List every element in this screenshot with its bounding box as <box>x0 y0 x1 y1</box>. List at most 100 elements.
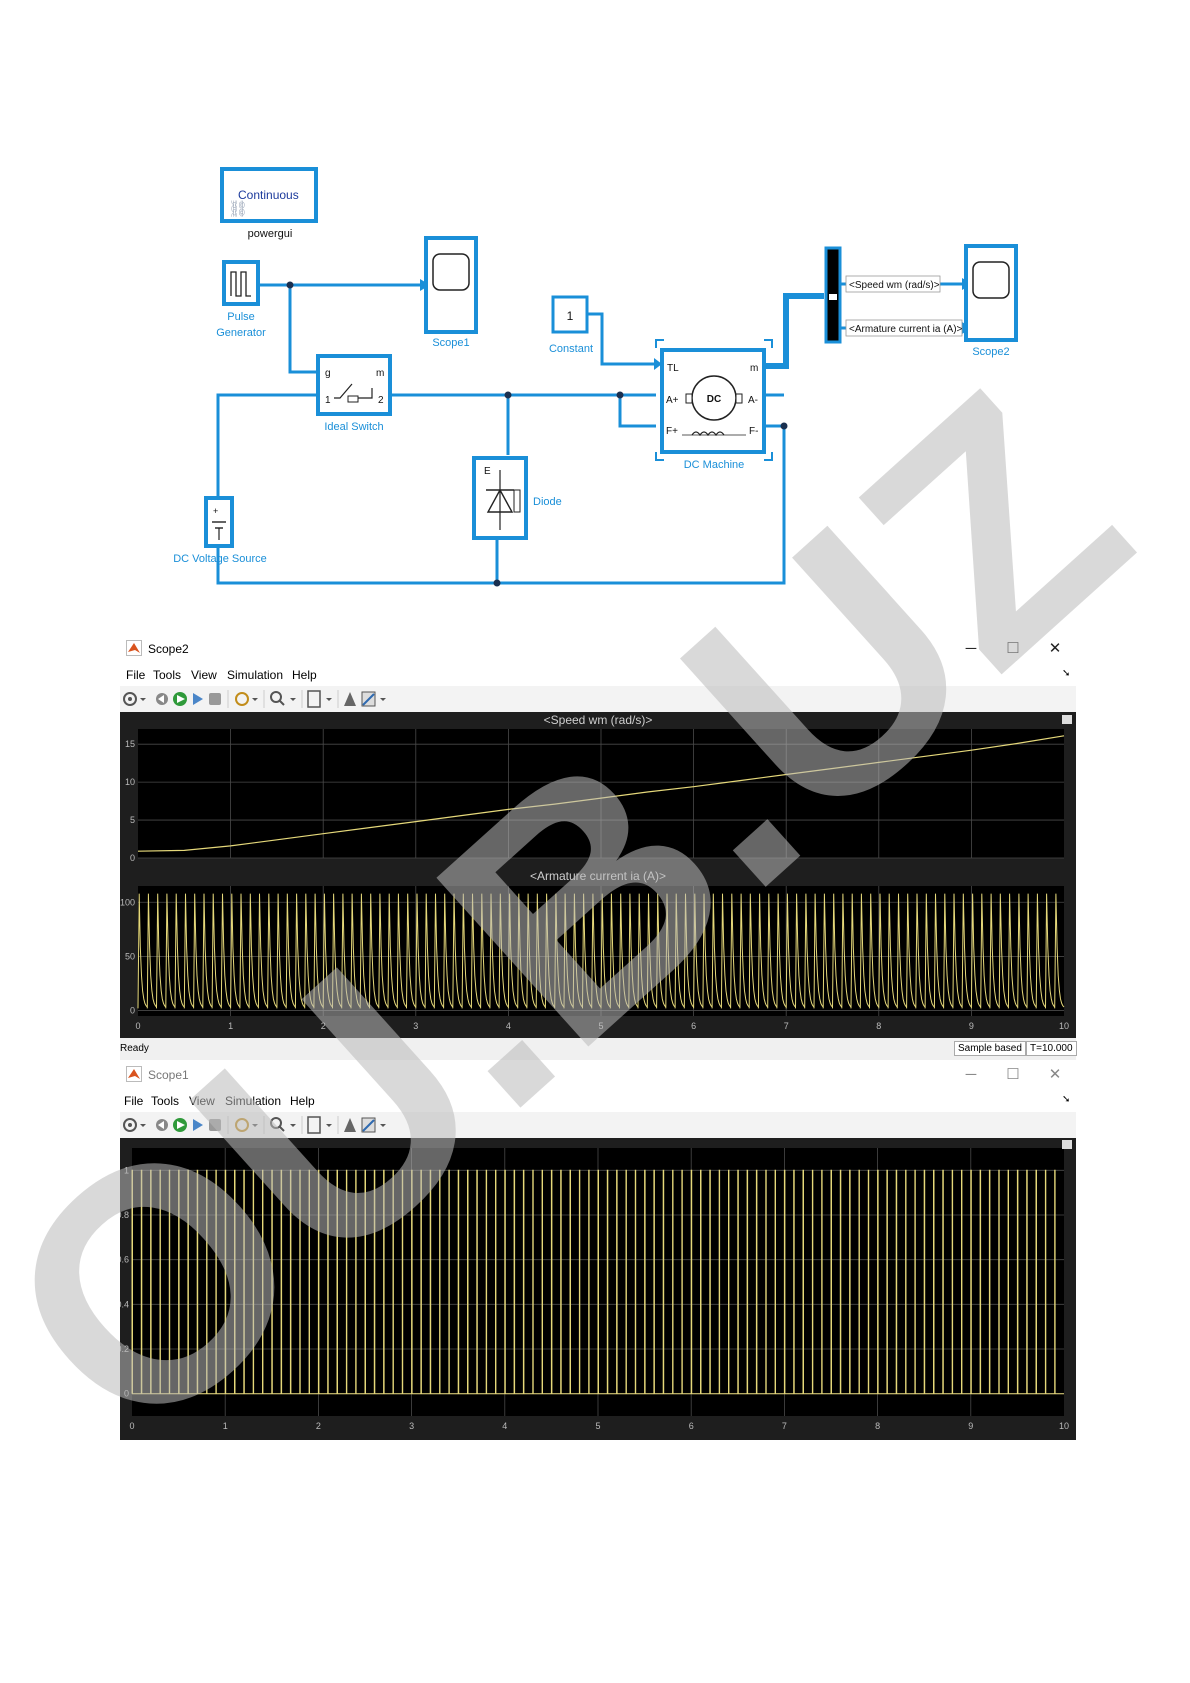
wire-m-bus <box>760 293 824 369</box>
x-tick-label: 1 <box>228 1021 233 1031</box>
svg-text:+: + <box>213 506 218 516</box>
close-button[interactable]: ✕ <box>1040 638 1070 660</box>
status-time: T=10.000 <box>1026 1041 1077 1056</box>
stop-icon[interactable] <box>209 693 221 705</box>
maximize-button[interactable]: ☐ <box>998 638 1028 660</box>
ideal-switch-block[interactable]: g m 1 2 <box>316 354 392 416</box>
status-ready: Ready <box>120 1043 149 1054</box>
scope2-label: Scope2 <box>972 346 1009 358</box>
menu-tools[interactable]: Tools <box>151 1094 179 1108</box>
bus-selector-input-marker <box>829 294 837 300</box>
x-tick-label: 0 <box>135 1021 140 1031</box>
toolbar-icons <box>123 690 386 708</box>
x-tick-label: 0 <box>129 1421 134 1431</box>
close-button[interactable]: ✕ <box>1040 1064 1070 1086</box>
triggers-icon[interactable] <box>344 692 356 706</box>
y-tick-label: 0.6 <box>120 1255 129 1265</box>
wire-source-switch <box>216 393 316 496</box>
y-tick-label: 10 <box>125 777 135 787</box>
scope1-block[interactable] <box>424 236 478 334</box>
pulse-label-2: Generator <box>216 327 266 339</box>
x-tick-label: 5 <box>598 1021 603 1031</box>
settings-icon[interactable] <box>123 692 146 706</box>
scope2-expand-button[interactable] <box>1062 715 1072 724</box>
x-tick-label: 7 <box>784 1021 789 1031</box>
powergui-label: powergui <box>248 228 293 240</box>
scope1-menubar: File Tools View Simulation Help ➘ <box>120 1090 1076 1112</box>
scope2-block[interactable] <box>964 244 1018 342</box>
menu-file[interactable]: File <box>124 1094 143 1108</box>
dc-voltage-source-block[interactable]: + <box>204 496 234 548</box>
minimize-button[interactable]: ─ <box>956 1064 986 1086</box>
pulse-generator-block[interactable] <box>222 260 260 306</box>
stop-icon[interactable] <box>209 1119 221 1131</box>
constant-block[interactable]: 1 <box>551 295 589 334</box>
pulse-label-1: Pulse <box>227 311 255 323</box>
autoscale-icon[interactable] <box>307 690 332 708</box>
dock-icon[interactable]: ➘ <box>1062 1094 1070 1105</box>
menu-file[interactable]: File <box>126 668 145 682</box>
pulse-trace <box>131 1169 1064 1395</box>
x-tick-label: 7 <box>782 1421 787 1431</box>
y-tick-label: 5 <box>130 815 135 825</box>
y-tick-label: 0 <box>124 1389 129 1399</box>
menu-view[interactable]: View <box>189 1094 215 1108</box>
scope1-title: Scope1 <box>148 1068 189 1082</box>
scope2-menubar: File Tools View Simulation Help ➘ <box>120 664 1076 686</box>
dc-machine-label: DC Machine <box>684 459 745 471</box>
svg-text:E: E <box>484 466 491 477</box>
svg-text:<Speed wm (rad/s)>: <Speed wm (rad/s)> <box>849 280 940 291</box>
x-tick-label: 6 <box>689 1421 694 1431</box>
zoom-icon[interactable] <box>270 691 296 706</box>
dock-icon[interactable]: ➘ <box>1062 668 1070 679</box>
svg-text:g: g <box>325 368 331 379</box>
powergui-block[interactable]: Continuous ⛓ <box>220 167 318 223</box>
scope1-plot: 0 0.2 0.4 0.6 0.8 1 0 1 2 3 4 5 6 7 8 9 10 <box>116 1140 1072 1431</box>
x-tick-label: 9 <box>969 1021 974 1031</box>
y-tick-label: 1 <box>124 1165 129 1175</box>
menu-simulation[interactable]: Simulation <box>227 668 283 682</box>
x-tick-label: 3 <box>409 1421 414 1431</box>
current-plot-title: <Armature current ia (A)> <box>530 869 666 883</box>
minimize-button[interactable]: ─ <box>956 638 986 660</box>
measurements-icon[interactable] <box>361 691 386 707</box>
dc-source-label: DC Voltage Source <box>173 553 267 565</box>
step-forward-icon[interactable] <box>193 1119 203 1131</box>
svg-text:A+: A+ <box>666 395 679 406</box>
menu-help[interactable]: Help <box>290 1094 315 1108</box>
menu-tools[interactable]: Tools <box>153 668 181 682</box>
svg-text:TL: TL <box>667 363 679 374</box>
scope2-plot-area: <Speed wm (rad/s)> 0 5 10 15 <Armature curr… <box>120 712 1076 1038</box>
diode-label: Diode <box>533 496 562 508</box>
measurements-icon[interactable] <box>361 1117 386 1133</box>
scope2-statusbar: Ready Sample based T=10.000 <box>120 1038 1077 1060</box>
scope1-window: Scope1 ─ ☐ ✕ File Tools View Simulation … <box>116 1060 1076 1440</box>
diode-block[interactable]: E <box>472 456 528 540</box>
highlight-icon[interactable] <box>235 692 258 706</box>
step-forward-icon[interactable] <box>193 693 203 705</box>
run-icon[interactable] <box>173 1118 187 1132</box>
scope1-titlebar: Scope1 ─ ☐ ✕ <box>120 1060 1076 1090</box>
scope1-expand-button[interactable] <box>1062 1140 1072 1149</box>
dc-machine-block[interactable]: TL m A+ A- F+ F- DC <box>655 339 773 461</box>
autoscale-icon[interactable] <box>307 1116 332 1134</box>
highlight-icon[interactable] <box>235 1118 258 1132</box>
svg-text:2: 2 <box>378 395 384 406</box>
settings-icon[interactable] <box>123 1118 146 1132</box>
svg-text:<Armature current ia (A)>: <Armature current ia (A)> <box>849 324 963 335</box>
toolbar-icons <box>123 1116 386 1134</box>
zoom-icon[interactable] <box>270 1117 296 1132</box>
step-back-icon[interactable] <box>156 1119 168 1131</box>
triggers-icon[interactable] <box>344 1118 356 1132</box>
step-back-icon[interactable] <box>156 693 168 705</box>
scope2-titlebar: Scope2 ─ ☐ ✕ <box>120 634 1076 664</box>
maximize-button[interactable]: ☐ <box>998 1064 1028 1086</box>
wire-constant-tl <box>586 312 656 366</box>
x-tick-label: 3 <box>413 1021 418 1031</box>
menu-view[interactable]: View <box>191 668 217 682</box>
run-icon[interactable] <box>173 692 187 706</box>
y-tick-label: 100 <box>120 897 135 907</box>
menu-help[interactable]: Help <box>292 668 317 682</box>
menu-simulation[interactable]: Simulation <box>225 1094 281 1108</box>
x-tick-label: 10 <box>1059 1021 1069 1031</box>
